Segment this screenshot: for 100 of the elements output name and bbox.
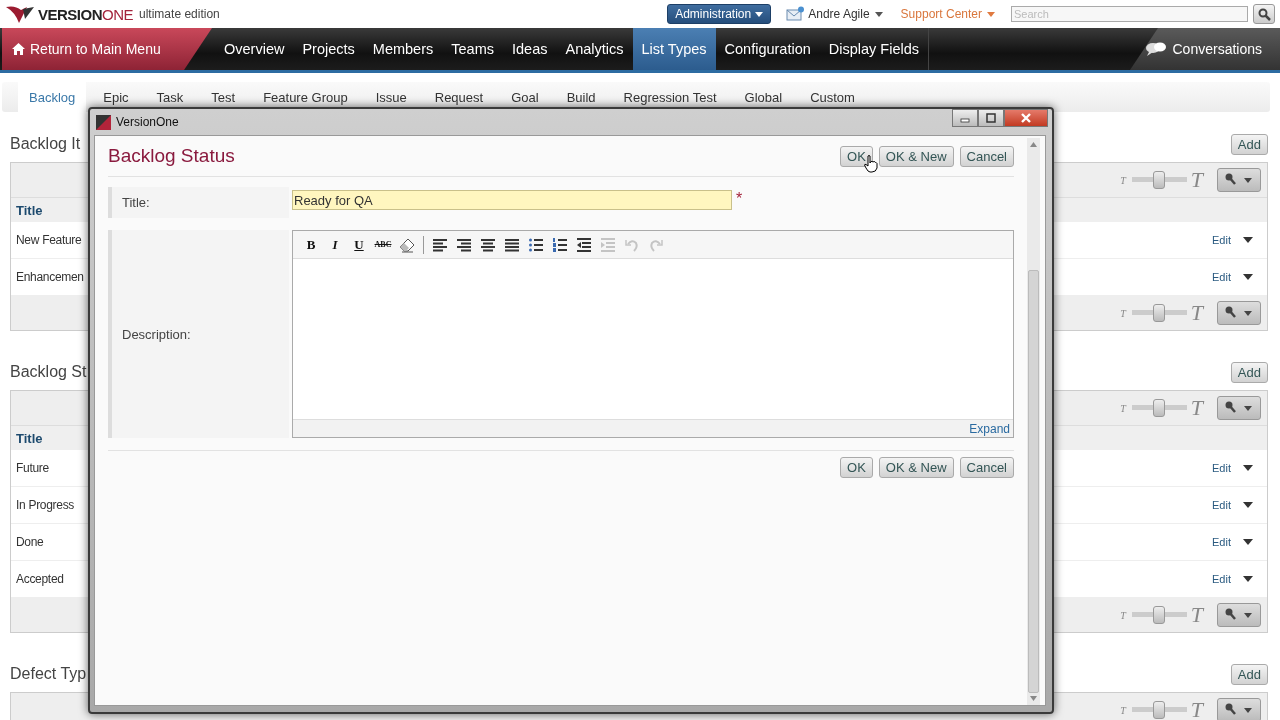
scroll-down-icon[interactable] <box>1030 696 1037 701</box>
cancel-button[interactable]: Cancel <box>959 145 1014 167</box>
wrench-icon <box>1224 703 1254 717</box>
list-type-tab[interactable]: Test <box>200 82 247 112</box>
edit-link[interactable]: Edit <box>1212 573 1231 585</box>
section-title: Backlog St <box>10 363 87 381</box>
logo-wordmark: VERSIONONE <box>38 5 134 23</box>
edit-link[interactable]: Edit <box>1212 234 1231 246</box>
indent-icon <box>600 236 616 253</box>
field-label: Description: <box>122 326 191 342</box>
column-header: Title <box>16 430 43 446</box>
scrollbar[interactable] <box>1027 138 1040 705</box>
bullet-list-icon <box>528 236 544 253</box>
add-button[interactable]: Add <box>1230 133 1268 155</box>
return-to-main-menu-button[interactable]: Return to Main Menu <box>2 28 212 70</box>
nav-tab[interactable]: Configuration <box>715 28 820 70</box>
wrench-icon <box>1224 306 1254 320</box>
nav-tab[interactable]: List Types <box>632 28 716 70</box>
italic-button[interactable]: I <box>323 233 347 256</box>
mail-icon[interactable] <box>786 6 805 22</box>
slider-thumb[interactable] <box>1153 171 1166 189</box>
list-type-tab[interactable]: Custom <box>799 82 866 112</box>
search-field[interactable]: Search <box>1011 6 1248 22</box>
slider-thumb[interactable] <box>1153 606 1166 624</box>
maximize-button[interactable] <box>978 109 1004 127</box>
field-label: Title: <box>122 195 150 210</box>
logo-icon <box>5 4 35 24</box>
nav-tab[interactable]: Teams <box>442 28 503 70</box>
column-header: Title <box>16 202 43 218</box>
add-button[interactable]: Add <box>1230 361 1268 383</box>
tools-menu-button[interactable] <box>1217 301 1261 325</box>
add-button[interactable]: Add <box>1230 663 1268 685</box>
list-type-tab[interactable]: Goal <box>500 82 550 112</box>
title-input[interactable]: Ready for QA <box>292 190 732 210</box>
cancel-button[interactable]: Cancel <box>959 457 1014 478</box>
administration-menu[interactable]: Administration <box>667 4 772 24</box>
caret-icon[interactable] <box>1243 465 1253 471</box>
tools-menu-button[interactable] <box>1217 698 1261 720</box>
list-type-tab[interactable]: Backlog <box>18 82 87 112</box>
slider-thumb[interactable] <box>1153 701 1166 719</box>
hand-cursor-icon <box>864 154 879 173</box>
maximize-icon <box>986 113 996 123</box>
caret-icon[interactable] <box>1243 539 1253 545</box>
nav-tab[interactable]: Projects <box>293 28 364 70</box>
ok-button[interactable]: OK <box>840 457 873 478</box>
table-cell: Future <box>16 461 49 475</box>
list-type-tab[interactable]: Global <box>733 82 794 112</box>
ok-and-new-button[interactable]: OK & New <box>878 457 954 478</box>
nav-tab[interactable]: Ideas <box>503 28 557 70</box>
tools-menu-button[interactable] <box>1217 603 1261 627</box>
numbered-list-icon <box>552 236 568 253</box>
dialog-heading: Backlog Status <box>108 145 235 167</box>
minimize-button[interactable] <box>952 109 978 127</box>
nav-tab[interactable]: Analytics <box>556 28 633 70</box>
ok-and-new-button[interactable]: OK & New <box>878 145 954 167</box>
list-type-tab[interactable]: Issue <box>364 82 418 112</box>
caret-icon <box>874 11 883 17</box>
bold-button[interactable]: B <box>299 233 323 256</box>
align-right-icon <box>456 236 472 253</box>
speech-bubbles-icon <box>1144 42 1167 56</box>
conversations-button[interactable]: Conversations <box>1130 28 1280 70</box>
nav-tab[interactable]: Overview <box>215 28 294 70</box>
list-type-tab[interactable]: Build <box>555 82 607 112</box>
table-cell: New Feature <box>16 233 82 247</box>
table-cell: In Progress <box>16 498 75 512</box>
caret-icon[interactable] <box>1243 576 1253 582</box>
scroll-up-icon[interactable] <box>1030 142 1037 147</box>
section-title: Backlog It <box>10 135 81 153</box>
search-icon <box>1257 7 1271 21</box>
caret-icon[interactable] <box>1243 237 1253 243</box>
user-menu[interactable]: Andre Agile <box>804 7 887 21</box>
nav-tab[interactable]: Display Fields <box>819 28 929 70</box>
edit-link[interactable]: Edit <box>1212 536 1231 548</box>
edit-link[interactable]: Edit <box>1212 271 1231 283</box>
edit-link[interactable]: Edit <box>1212 499 1231 511</box>
slider-thumb[interactable] <box>1153 399 1166 417</box>
caret-icon[interactable] <box>1243 502 1253 508</box>
section-title: Defect Typ <box>10 665 87 683</box>
close-button[interactable] <box>1004 109 1048 127</box>
slider-thumb[interactable] <box>1153 304 1166 322</box>
tools-menu-button[interactable] <box>1217 396 1261 420</box>
small-text-size-label: T <box>1120 174 1126 186</box>
list-type-tab[interactable]: Request <box>423 82 495 112</box>
edit-link[interactable]: Edit <box>1212 462 1231 474</box>
list-type-tab[interactable]: Feature Group <box>252 82 359 112</box>
tools-menu-button[interactable] <box>1217 168 1261 192</box>
close-icon <box>1021 113 1031 123</box>
ok-button[interactable]: OK <box>840 145 873 167</box>
window-title: VersionOne <box>116 115 179 129</box>
list-type-tab[interactable]: Task <box>145 82 195 112</box>
list-type-tab[interactable]: Regression Test <box>612 82 728 112</box>
list-type-tab[interactable]: Epic <box>92 82 140 112</box>
small-text-size-label: T <box>1120 704 1126 716</box>
expand-link[interactable]: Expand <box>969 421 1010 436</box>
search-button[interactable] <box>1253 4 1275 24</box>
strike-button[interactable]: ABC <box>371 233 395 256</box>
caret-icon[interactable] <box>1243 274 1253 280</box>
underline-button[interactable]: U <box>347 233 371 256</box>
align-center-icon <box>480 236 496 253</box>
nav-tab[interactable]: Members <box>363 28 443 70</box>
